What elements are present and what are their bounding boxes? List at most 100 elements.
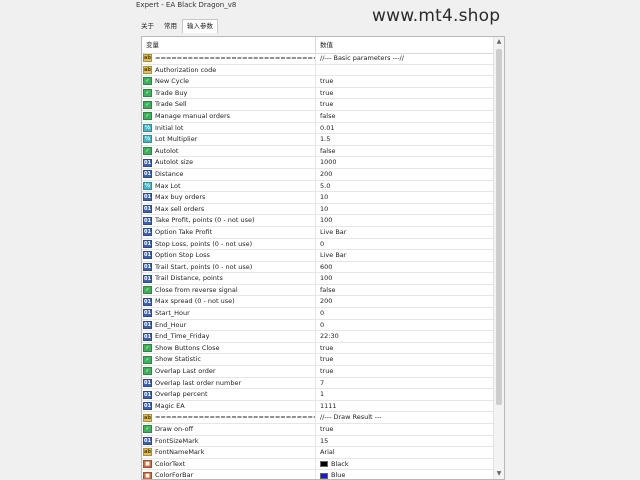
tab-2[interactable]: 输入参数	[182, 19, 218, 33]
param-value-cell[interactable]: true	[316, 366, 494, 377]
param-value-cell[interactable]: false	[316, 146, 494, 157]
table-row[interactable]: ab======================================…	[142, 412, 494, 424]
param-value-cell[interactable]: 1000	[316, 157, 494, 168]
param-value-cell[interactable]: 0.01	[316, 123, 494, 134]
param-value-cell[interactable]: Live Bar	[316, 250, 494, 261]
param-value-cell[interactable]: 15	[316, 436, 494, 447]
param-value-cell[interactable]	[316, 65, 494, 76]
table-row[interactable]: ✓ Trade Buy true	[142, 87, 494, 100]
tab-0[interactable]: 关于	[136, 19, 159, 34]
table-row[interactable]: 01 Start_Hour 0	[142, 308, 494, 320]
table-row[interactable]: ✓ Draw on-off true	[142, 424, 494, 436]
param-value-cell[interactable]: true	[316, 88, 494, 99]
param-value-cell[interactable]: Arial	[316, 447, 494, 458]
table-row[interactable]: 01 Autolot size 1000	[142, 157, 494, 169]
table-row[interactable]: 01 Stop Loss, points (0 - not use) 0	[142, 238, 494, 251]
table-row[interactable]: ✓ Show Buttons Close true	[142, 342, 494, 355]
param-value-cell[interactable]: Black	[316, 459, 494, 470]
integer-icon: 01	[143, 390, 152, 399]
table-row[interactable]: ✓ Trade Sell true	[142, 99, 494, 111]
param-value-cell[interactable]: true	[316, 424, 494, 435]
param-name-cell: 01 Max spread (0 - not use)	[142, 296, 316, 308]
table-row[interactable]: 01 Option Stop Loss Live Bar	[142, 250, 494, 262]
param-value-cell[interactable]: 10	[316, 204, 494, 215]
table-row[interactable]: ✓ Close from reverse signal false	[142, 284, 494, 297]
table-row[interactable]: 01 Magic EA 1111	[142, 400, 494, 413]
param-value-cell[interactable]: 22:30	[316, 331, 494, 342]
param-value-cell[interactable]: 1	[316, 389, 494, 400]
param-name-cell: ✓ New Cycle	[142, 76, 316, 87]
scroll-down-icon[interactable]: ▼	[494, 469, 504, 479]
table-row[interactable]: 01 Max spread (0 - not use) 200	[142, 296, 494, 309]
param-name-cell: 01 Magic EA	[142, 400, 316, 412]
param-value-cell[interactable]: true	[316, 76, 494, 87]
column-header-variable[interactable]: 变量	[142, 37, 316, 53]
table-row[interactable]: ✓ Manage manual orders false	[142, 110, 494, 123]
integer-icon: 01	[143, 274, 152, 283]
param-value-cell[interactable]: false	[316, 285, 494, 296]
param-value-cell[interactable]: true	[316, 99, 494, 110]
param-value-cell[interactable]: true	[316, 354, 494, 365]
table-row[interactable]: ab FontNameMark Arial	[142, 447, 494, 459]
param-value-cell[interactable]: 600	[316, 262, 494, 273]
table-row[interactable]: 01 Max buy orders 10	[142, 192, 494, 204]
param-name: ColorForBar	[155, 471, 194, 480]
scrollbar-thumb[interactable]	[496, 49, 502, 405]
param-name: Max sell orders	[155, 204, 205, 213]
column-header-value[interactable]: 数值	[316, 37, 494, 53]
param-value-cell[interactable]: false	[316, 111, 494, 122]
param-value-cell[interactable]: Live Bar	[316, 227, 494, 238]
color-swatch[interactable]	[320, 472, 328, 479]
table-row[interactable]: 01 Overlap last order number 7	[142, 377, 494, 390]
table-row[interactable]: 01 Overlap percent 1	[142, 389, 494, 401]
param-value-cell[interactable]: 200	[316, 296, 494, 307]
color-swatch[interactable]	[320, 461, 328, 468]
table-row[interactable]: 01 Trail Start, points (0 - not use) 600	[142, 261, 494, 274]
param-value-cell[interactable]: 0	[316, 308, 494, 319]
param-value-cell[interactable]: Blue	[316, 470, 494, 479]
param-value: 0.01	[320, 123, 335, 132]
table-row[interactable]: 01 Take Profit, points (0 - not use) 100	[142, 215, 494, 227]
table-row[interactable]: 01 End_Time_Friday 22:30	[142, 331, 494, 343]
param-value: 22:30	[320, 332, 339, 341]
table-row[interactable]: 01 Max sell orders 10	[142, 203, 494, 216]
param-value-cell[interactable]: 1111	[316, 401, 494, 412]
table-row[interactable]: ab======================================…	[142, 53, 494, 65]
tab-1[interactable]: 常用	[159, 19, 182, 34]
param-value-cell[interactable]: 1.5	[316, 134, 494, 145]
table-row[interactable]: 01 Trail Distance, points 100	[142, 273, 494, 285]
param-name: End_Hour	[155, 320, 187, 329]
table-row[interactable]: ½ Max Lot 5.0	[142, 180, 494, 193]
double-icon: ½	[143, 123, 152, 132]
table-row[interactable]: ½ Lot Multiplier 1.5	[142, 134, 494, 146]
param-value-cell[interactable]: 7	[316, 378, 494, 389]
table-row[interactable]: ✓ Overlap Last order true	[142, 366, 494, 378]
table-row[interactable]: 01 End_Hour 0	[142, 319, 494, 332]
table-row[interactable]: 01 Distance 200	[142, 168, 494, 181]
param-value-cell[interactable]: //--- Basic parameters ---//	[316, 53, 494, 64]
table-row[interactable]: 01 Option Take Profit Live Bar	[142, 226, 494, 239]
param-value-cell[interactable]: //--- Draw Result ---	[316, 412, 494, 423]
param-value-cell[interactable]: true	[316, 343, 494, 354]
table-row[interactable]: ✓ Show Statistic true	[142, 354, 494, 367]
param-value-cell[interactable]: 5.0	[316, 181, 494, 192]
param-value-cell[interactable]: 0	[316, 239, 494, 250]
param-value-cell[interactable]: 200	[316, 169, 494, 180]
table-row[interactable]: ½ Initial lot 0.01	[142, 122, 494, 135]
table-row[interactable]: 01 FontSizeMark 15	[142, 435, 494, 448]
param-value-cell[interactable]: 100	[316, 273, 494, 284]
table-row[interactable]: ■ ColorForBar Blue	[142, 470, 494, 480]
param-name: Close from reverse signal	[155, 285, 238, 294]
integer-icon: 01	[143, 216, 152, 225]
table-row[interactable]: ab Authorization code	[142, 64, 494, 77]
param-value-cell[interactable]: 100	[316, 215, 494, 226]
watermark-text: www.mt4.shop	[372, 6, 501, 26]
double-icon: ½	[143, 181, 152, 190]
table-row[interactable]: ■ ColorText Black	[142, 458, 494, 471]
param-value-cell[interactable]: 10	[316, 192, 494, 203]
table-row[interactable]: ✓ New Cycle true	[142, 76, 494, 88]
table-row[interactable]: ✓ Autolot false	[142, 145, 494, 158]
param-value-cell[interactable]: 0	[316, 320, 494, 331]
scroll-up-icon[interactable]: ▲	[494, 37, 504, 47]
vertical-scrollbar[interactable]: ▲ ▼	[493, 37, 504, 479]
